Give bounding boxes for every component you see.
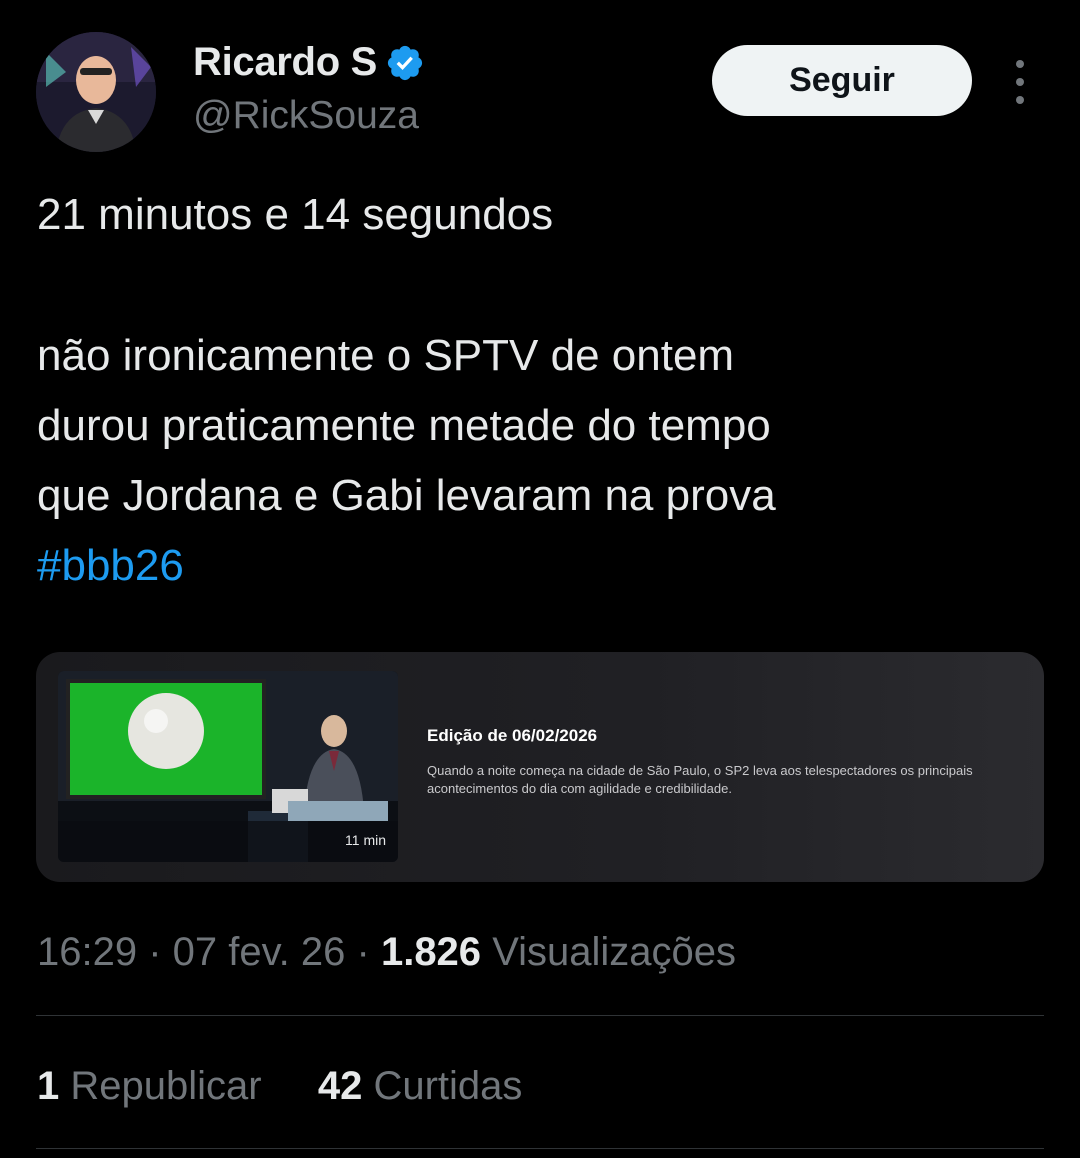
author-name[interactable]: Ricardo S: [193, 40, 377, 85]
divider: [36, 1148, 1044, 1149]
card-description: Quando a noite começa na cidade de São P…: [427, 763, 973, 796]
video-thumbnail[interactable]: 11 min: [58, 671, 398, 862]
tweet-text-line-3: durou praticamente metade do tempo: [37, 401, 771, 450]
likes-count: 42: [317, 1064, 363, 1108]
tweet-text-line-1: 21 minutos e 14 segundos: [37, 190, 554, 239]
tweet-time[interactable]: 16:29: [37, 930, 137, 974]
tweet-meta: 16:29 · 07 fev. 26 · 1.826 Visualizações: [37, 930, 737, 974]
more-options-icon[interactable]: [1004, 60, 1036, 104]
likes-stat[interactable]: 42 Curtidas: [318, 1064, 523, 1108]
video-duration: 11 min: [345, 832, 386, 848]
reposts-stat[interactable]: 1 Republicar: [37, 1064, 262, 1108]
card-title: Edição de 06/02/2026: [427, 726, 598, 745]
verified-badge-icon: [385, 43, 425, 83]
engagement-stats: 1 Republicar 42 Curtidas: [37, 1064, 522, 1109]
reposts-count: 1: [37, 1064, 60, 1108]
avatar[interactable]: [36, 32, 156, 152]
tweet-text-line-4: que Jordana e Gabi levaram na prova: [37, 471, 776, 520]
views-count: 1.826: [380, 930, 482, 974]
tweet-text-line-2: não ironicamente o SPTV de ontem: [37, 331, 735, 380]
hashtag-link[interactable]: #bbb26: [37, 531, 184, 601]
tweet-date[interactable]: 07 fev. 26: [173, 930, 346, 974]
author-handle[interactable]: @RickSouza: [193, 94, 419, 138]
likes-label: Curtidas: [373, 1064, 523, 1108]
reposts-label: Republicar: [70, 1064, 262, 1108]
follow-button[interactable]: Seguir: [712, 45, 972, 116]
author-name-row[interactable]: Ricardo S: [193, 40, 425, 85]
divider: [36, 1015, 1044, 1016]
video-link-card[interactable]: 11 min Edição de 06/02/2026 Quando a noi…: [36, 652, 1044, 882]
views-label: Visualizações: [492, 930, 737, 974]
